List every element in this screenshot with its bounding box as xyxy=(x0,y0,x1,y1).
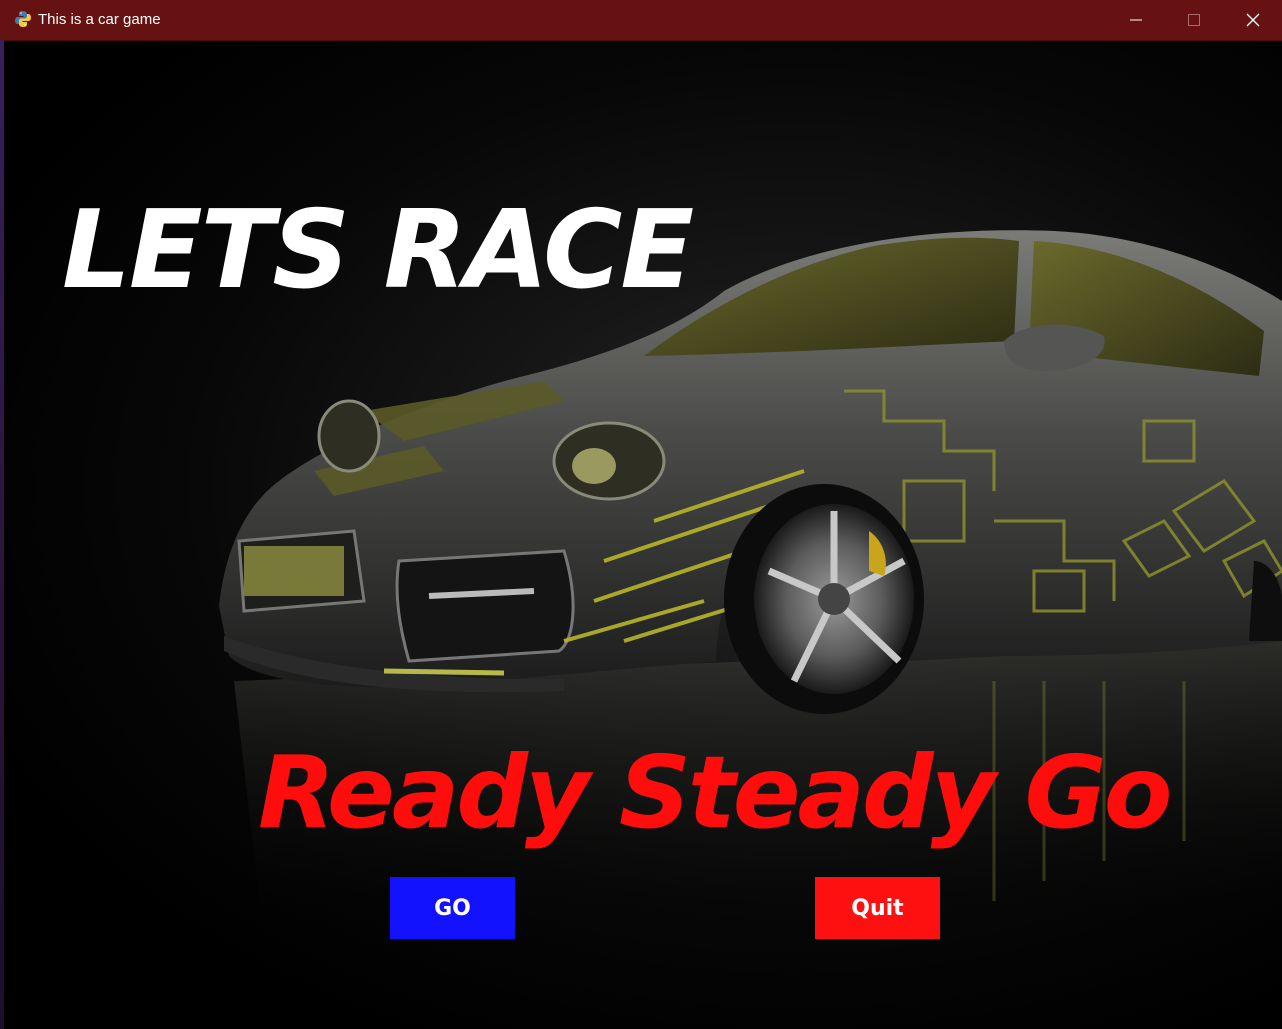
tagline: Ready Steady Go xyxy=(258,734,1172,851)
close-icon xyxy=(1246,13,1260,27)
game-canvas[interactable]: LETS RACE Ready Steady Go GO Quit xyxy=(4,41,1282,1029)
maximize-button[interactable] xyxy=(1165,0,1223,40)
headline: LETS RACE xyxy=(62,188,694,313)
python-icon xyxy=(14,10,32,28)
minimize-button[interactable] xyxy=(1107,0,1165,40)
title-bar[interactable]: This is a car game xyxy=(0,0,1282,41)
quit-button[interactable]: Quit xyxy=(815,877,940,939)
window-title: This is a car game xyxy=(38,11,161,28)
close-button[interactable] xyxy=(1224,0,1282,40)
maximize-icon xyxy=(1188,14,1200,26)
go-button[interactable]: GO xyxy=(390,877,515,939)
minimize-icon xyxy=(1130,14,1142,26)
game-window: This is a car game LETS RACE Ready Stead… xyxy=(0,0,1282,1029)
